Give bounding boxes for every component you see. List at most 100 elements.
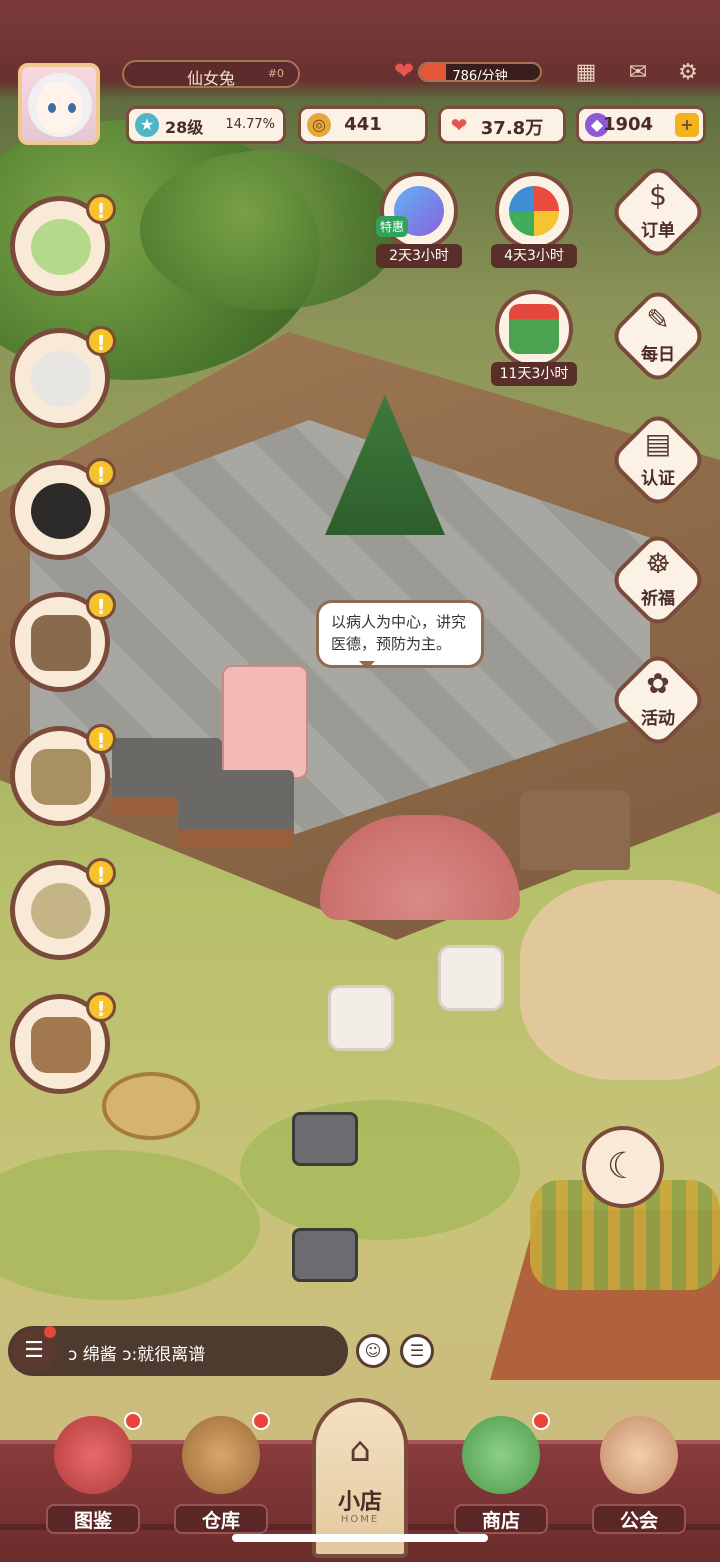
- calendar-icon[interactable]: ▦: [570, 60, 602, 86]
- player-level: 28级: [165, 118, 204, 137]
- book-icon: [54, 1416, 132, 1494]
- nav-label: 仓库: [174, 1504, 268, 1534]
- npc-speech-bubble: 以病人为中心，讲究医德，预防为主。: [316, 600, 484, 669]
- event-ring: [380, 172, 458, 250]
- daily-label: 每日: [641, 345, 675, 365]
- certification-icon: ▤: [644, 427, 672, 460]
- nav-warehouse[interactable]: 仓库: [166, 1406, 276, 1536]
- nav-collection[interactable]: 图鉴: [38, 1406, 148, 1536]
- patio-chair[interactable]: [438, 945, 504, 1011]
- nav-shop[interactable]: 商店: [446, 1406, 556, 1536]
- prayer-icon: ☸: [645, 547, 671, 580]
- alert-icon: !: [86, 724, 116, 754]
- event-timer: 11天3小时: [491, 362, 577, 386]
- dish-quest-icon: [31, 219, 91, 275]
- energy-bar: 786/分钟: [418, 62, 542, 82]
- order-label: 订单: [641, 221, 675, 241]
- gear-icon[interactable]: ⚙: [672, 60, 704, 86]
- sale-tag: 特惠: [376, 216, 409, 237]
- certification-button[interactable]: ▤ 认证: [607, 409, 709, 511]
- quick-chat-button[interactable]: ☰: [400, 1334, 434, 1368]
- dog-house[interactable]: [520, 790, 630, 870]
- coin-count: 441: [344, 114, 382, 135]
- gem-count: 1904: [602, 114, 654, 135]
- order-icon: $: [649, 179, 667, 212]
- hearts-panel[interactable]: ❤ 37.8万: [438, 106, 566, 144]
- spin-wheel-icon: [509, 186, 559, 236]
- add-gems-button[interactable]: +: [675, 113, 699, 137]
- scythe-icon[interactable]: ☾: [582, 1126, 664, 1208]
- alert-icon: !: [86, 590, 116, 620]
- player-avatar[interactable]: [18, 63, 100, 145]
- activity-icon: ✿: [646, 667, 670, 700]
- grass-patch: [240, 1100, 520, 1240]
- activity-label: 活动: [641, 709, 675, 729]
- glasses-man-quest-icon: [31, 483, 91, 539]
- chat-message: ↄ 绵酱 ↄ:就很离谱: [68, 1345, 206, 1365]
- emoji-button[interactable]: ☺: [356, 1334, 390, 1368]
- energy-meter[interactable]: 786/分钟 ❤: [394, 56, 548, 86]
- quest-stall[interactable]: !: [10, 724, 116, 830]
- avatar-eye: [68, 103, 76, 113]
- event-timer: 4天3小时: [491, 244, 577, 268]
- chat-bar[interactable]: ☰ ↄ 绵酱 ↄ:就很离谱: [8, 1326, 348, 1376]
- grass-patch: [0, 1150, 260, 1300]
- tree-stump: [102, 1072, 200, 1140]
- cooking-counter[interactable]: [178, 770, 294, 848]
- shop-icon: [462, 1416, 540, 1494]
- daily-icon: ✎: [646, 303, 670, 336]
- nav-label: 商店: [454, 1504, 548, 1534]
- guild-icon: [600, 1416, 678, 1494]
- warehouse-icon: [182, 1416, 260, 1494]
- event-ring: [495, 172, 573, 250]
- mail-icon[interactable]: ✉: [622, 60, 654, 86]
- prayer-button[interactable]: ☸ 祈福: [607, 529, 709, 631]
- gems-panel[interactable]: ◆ 1904 +: [576, 106, 706, 144]
- patio-chair[interactable]: [328, 985, 394, 1051]
- pot-quest-icon: [31, 883, 91, 939]
- notification-dot: [44, 1326, 56, 1338]
- activity-button[interactable]: ✿ 活动: [607, 649, 709, 751]
- order-button[interactable]: $ 订单: [607, 161, 709, 263]
- treasure-chest[interactable]: [292, 1112, 358, 1166]
- coin-panel[interactable]: ◎ 441: [298, 106, 428, 144]
- stall-quest-icon: [31, 749, 91, 805]
- nav-label: 公会: [592, 1504, 686, 1534]
- notification-dot: [124, 1412, 142, 1430]
- sand-path: [520, 880, 720, 1080]
- quest-glasses-man[interactable]: !: [10, 458, 116, 564]
- player-name-pill[interactable]: 仙女兔 #0: [122, 60, 300, 88]
- pink-fridge[interactable]: [222, 665, 308, 779]
- quest-bathtub[interactable]: !: [10, 992, 116, 1098]
- alert-icon: !: [86, 194, 116, 224]
- quest-pot[interactable]: !: [10, 858, 116, 964]
- alert-icon: !: [86, 858, 116, 888]
- level-panel[interactable]: ★ 28级 14.77%: [126, 106, 286, 144]
- quest-tv[interactable]: !: [10, 590, 116, 696]
- quest-old-man[interactable]: !: [10, 326, 116, 432]
- energy-rate: 786/分钟: [452, 69, 508, 82]
- prayer-label: 祈福: [641, 589, 675, 609]
- quest-dish[interactable]: !: [10, 194, 116, 300]
- top-bar: [0, 0, 720, 100]
- christmas-list-icon: [509, 304, 559, 354]
- star-icon: ★: [135, 113, 159, 137]
- home-indicator: [232, 1534, 488, 1542]
- house-icon: ⌂: [349, 1430, 371, 1470]
- certification-label: 认证: [641, 469, 675, 489]
- notification-dot: [532, 1412, 550, 1430]
- tree-canopy: [140, 150, 400, 310]
- heart-count: 37.8万: [480, 118, 544, 139]
- alert-icon: !: [86, 326, 116, 356]
- alert-icon: !: [86, 458, 116, 488]
- notification-dot: [252, 1412, 270, 1430]
- level-progress: 14.77%: [225, 117, 275, 132]
- daily-button[interactable]: ✎ 每日: [607, 285, 709, 387]
- event-ring: [495, 290, 573, 368]
- home-label: 小店: [337, 1490, 382, 1515]
- avatar-eye: [48, 103, 56, 113]
- nav-guild[interactable]: 公会: [584, 1406, 694, 1536]
- nav-label: 图鉴: [46, 1504, 140, 1534]
- alert-icon: !: [86, 992, 116, 1022]
- treasure-chest[interactable]: [292, 1228, 358, 1282]
